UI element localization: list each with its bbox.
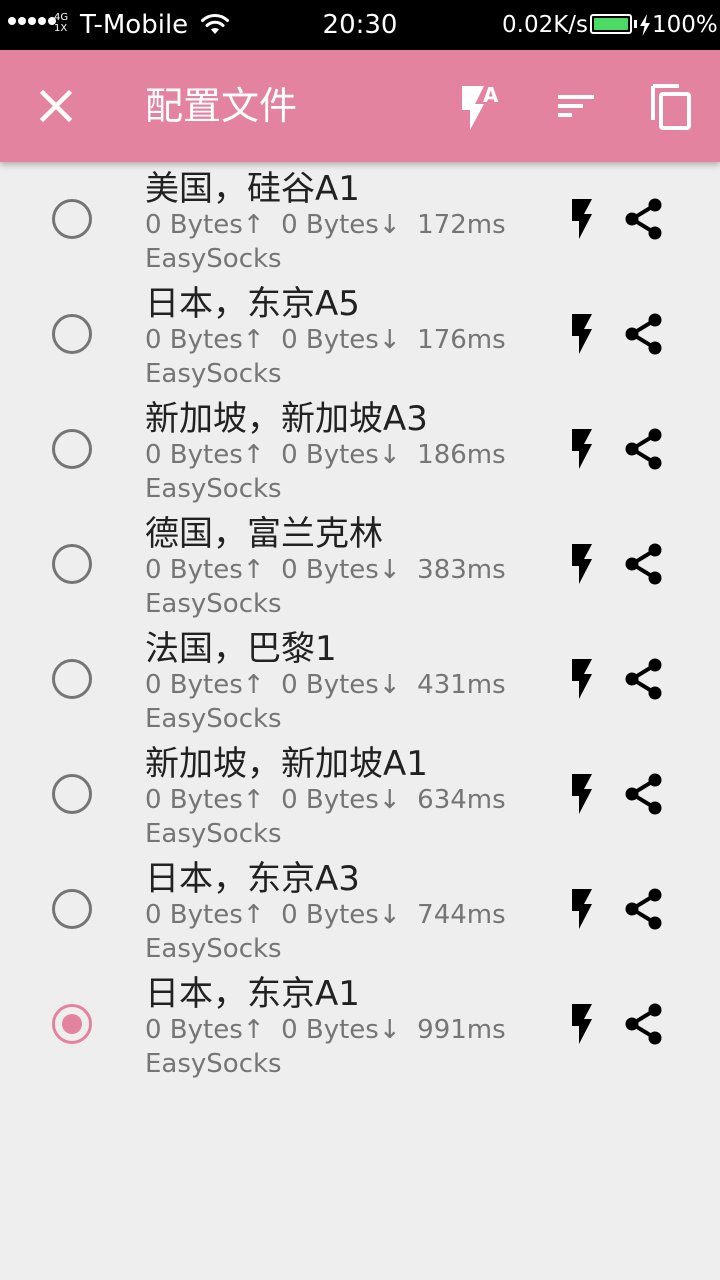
share-icon[interactable] — [622, 427, 666, 471]
test-latency-icon[interactable] — [562, 772, 600, 816]
test-latency-icon[interactable] — [562, 887, 600, 931]
test-latency-icon[interactable] — [562, 1002, 600, 1046]
share-icon[interactable] — [622, 542, 666, 586]
profile-stats: 0 Bytes↑ 0 Bytes↓ 383ms — [145, 555, 506, 585]
profile-name: 新加坡，新加坡A1 — [145, 744, 428, 784]
profile-name: 日本，东京A3 — [145, 859, 360, 899]
profile-name: 日本，东京A5 — [145, 284, 360, 324]
profile-name: 新加坡，新加坡A3 — [145, 399, 428, 439]
profile-item[interactable]: 美国，硅谷A1 0 Bytes↑ 0 Bytes↓ 172ms EasySock… — [0, 162, 720, 277]
share-icon[interactable] — [622, 657, 666, 701]
profile-name: 法国，巴黎1 — [145, 629, 337, 669]
test-latency-icon[interactable] — [562, 197, 600, 241]
profile-stats: 0 Bytes↑ 0 Bytes↓ 431ms — [145, 670, 506, 700]
profile-item[interactable]: 日本，东京A3 0 Bytes↑ 0 Bytes↓ 744ms EasySock… — [0, 852, 720, 967]
profile-type: EasySocks — [145, 474, 282, 504]
network-speed: 0.02K/s — [502, 12, 589, 38]
profile-type: EasySocks — [145, 244, 282, 274]
profile-stats: 0 Bytes↑ 0 Bytes↓ 991ms — [145, 1015, 506, 1045]
profile-item[interactable]: 法国，巴黎1 0 Bytes↑ 0 Bytes↓ 431ms EasySocks — [0, 622, 720, 737]
share-icon[interactable] — [622, 197, 666, 241]
profile-type: EasySocks — [145, 589, 282, 619]
battery-fill — [594, 18, 628, 30]
profile-radio[interactable] — [52, 199, 92, 239]
sort-icon[interactable] — [548, 78, 604, 134]
profile-type: EasySocks — [145, 934, 282, 964]
profile-type: EasySocks — [145, 819, 282, 849]
profile-item[interactable]: 德国，富兰克林 0 Bytes↑ 0 Bytes↓ 383ms EasySock… — [0, 507, 720, 622]
share-icon[interactable] — [622, 772, 666, 816]
battery-tip — [634, 20, 637, 28]
page-title: 配置文件 — [145, 84, 298, 128]
profile-radio[interactable] — [52, 314, 92, 354]
profile-name: 日本，东京A1 — [145, 974, 360, 1014]
profile-radio[interactable] — [52, 889, 92, 929]
profile-item[interactable]: 日本，东京A1 0 Bytes↑ 0 Bytes↓ 991ms EasySock… — [0, 967, 720, 1082]
profile-radio[interactable] — [52, 544, 92, 584]
profile-item[interactable]: 新加坡，新加坡A3 0 Bytes↑ 0 Bytes↓ 186ms EasySo… — [0, 392, 720, 507]
test-latency-icon[interactable] — [562, 427, 600, 471]
battery-icon — [590, 14, 632, 34]
copy-icon[interactable] — [643, 78, 699, 134]
app-toolbar: 配置文件 A — [0, 50, 720, 162]
profile-stats: 0 Bytes↑ 0 Bytes↓ 186ms — [145, 440, 506, 470]
profile-stats: 0 Bytes↑ 0 Bytes↓ 172ms — [145, 210, 506, 240]
profile-type: EasySocks — [145, 359, 282, 389]
profile-type: EasySocks — [145, 1049, 282, 1079]
profile-list: 美国，硅谷A1 0 Bytes↑ 0 Bytes↓ 172ms EasySock… — [0, 162, 720, 1082]
charging-icon — [639, 14, 651, 36]
share-icon[interactable] — [622, 1002, 666, 1046]
profile-item[interactable]: 新加坡，新加坡A1 0 Bytes↑ 0 Bytes↓ 634ms EasySo… — [0, 737, 720, 852]
svg-text:A: A — [483, 83, 499, 107]
profile-name: 美国，硅谷A1 — [145, 169, 360, 209]
profile-radio[interactable] — [52, 659, 92, 699]
status-bar: 4G 1X T-Mobile 20:30 0.02K/s 100% — [0, 0, 720, 50]
battery-percent: 100% — [652, 12, 718, 38]
share-icon[interactable] — [622, 887, 666, 931]
profile-radio[interactable] — [52, 429, 92, 469]
profile-radio[interactable] — [52, 1004, 92, 1044]
test-latency-icon[interactable] — [562, 657, 600, 701]
profile-stats: 0 Bytes↑ 0 Bytes↓ 634ms — [145, 785, 506, 815]
profile-stats: 0 Bytes↑ 0 Bytes↓ 176ms — [145, 325, 506, 355]
share-icon[interactable] — [622, 312, 666, 356]
profile-type: EasySocks — [145, 704, 282, 734]
test-latency-icon[interactable] — [562, 542, 600, 586]
profile-name: 德国，富兰克林 — [145, 514, 383, 554]
profile-item[interactable]: 日本，东京A5 0 Bytes↑ 0 Bytes↓ 176ms EasySock… — [0, 277, 720, 392]
flash-auto-icon[interactable]: A — [452, 78, 508, 134]
profile-radio[interactable] — [52, 774, 92, 814]
profile-stats: 0 Bytes↑ 0 Bytes↓ 744ms — [145, 900, 506, 930]
test-latency-icon[interactable] — [562, 312, 600, 356]
close-icon[interactable] — [30, 80, 82, 132]
